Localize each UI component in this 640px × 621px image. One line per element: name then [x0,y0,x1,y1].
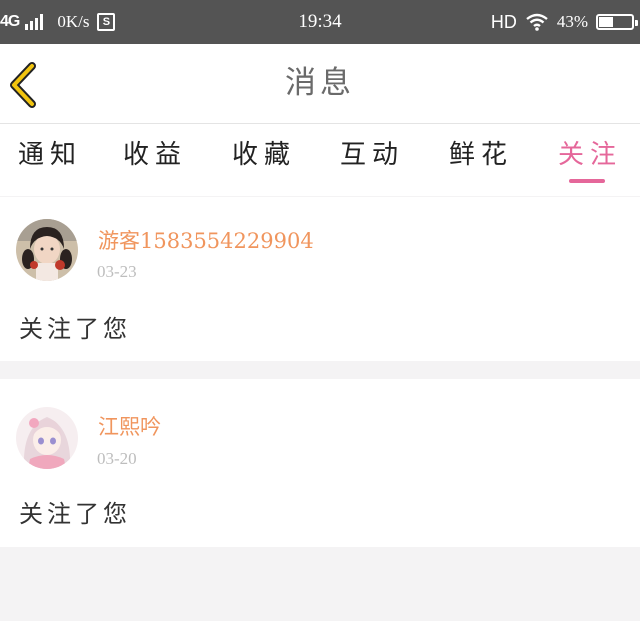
message-item[interactable]: 游客1583554229904 03-23 关注了您 [0,197,640,361]
tab-label: 通知 [17,140,82,170]
header: 消息 [0,44,640,124]
active-tab-indicator [569,179,605,183]
status-right: HD 43% [490,0,638,44]
status-bar: 4G 0K/s S 19:34 HD 43% [0,0,640,44]
battery-percent: 43% [556,12,588,31]
message-text: 关注了您 [19,500,131,528]
message-item[interactable]: 江熙吟 03-20 关注了您 [0,379,640,547]
tab-earnings[interactable]: 收益 [105,134,205,184]
tab-label: 收益 [122,140,187,170]
user-photo-avatar [16,219,78,281]
message-date: 03-23 [97,262,137,281]
battery-fill [599,17,613,27]
tab-favorites[interactable]: 收藏 [214,134,314,184]
tab-label: 互动 [339,140,404,170]
message-date: 03-20 [97,449,137,468]
tab-follows[interactable]: 关注 [540,134,640,184]
avatar[interactable] [16,219,78,281]
tab-notifications[interactable]: 通知 [0,134,100,184]
battery-icon [596,14,638,30]
battery-nub [635,20,638,26]
page-title: 消息 [285,65,355,101]
wifi-icon [526,13,548,31]
message-text: 关注了您 [19,315,131,343]
avatar[interactable] [16,407,78,469]
hd-indicator: HD [490,11,517,32]
tab-label: 收藏 [231,140,296,170]
tab-bar: 通知 收益 收藏 互动 鲜花 关注 [0,124,640,196]
tab-label: 鲜花 [448,140,513,170]
username[interactable]: 江熙吟 [98,411,161,441]
tab-flowers[interactable]: 鲜花 [431,134,531,184]
tab-label: 关注 [557,140,622,170]
username[interactable]: 游客1583554229904 [98,225,314,255]
tab-interactions[interactable]: 互动 [322,134,422,184]
anime-girl-avatar [16,407,78,469]
